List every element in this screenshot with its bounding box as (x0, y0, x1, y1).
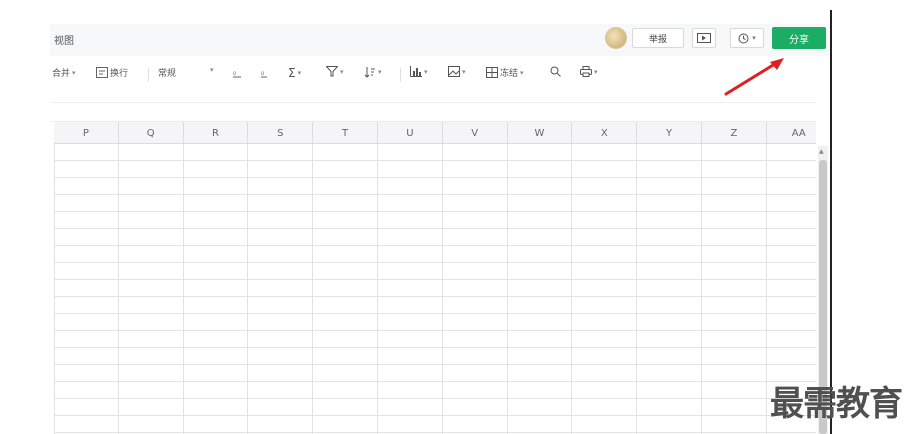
column-header[interactable]: R (184, 122, 249, 144)
play-screen-icon (697, 33, 711, 43)
clock-icon (738, 33, 749, 43)
chevron-down-icon: ▾ (72, 68, 76, 77)
svg-text:₀: ₀ (261, 68, 264, 77)
column-header-row: P Q R S T U V W X Y Z AA (54, 122, 816, 144)
column-header[interactable]: Q (119, 122, 184, 144)
user-avatar[interactable] (605, 27, 627, 49)
scroll-up-icon[interactable]: ▲ (819, 148, 824, 155)
number-format-label: 常规 (158, 69, 177, 79)
column-header[interactable]: AA (767, 122, 816, 144)
grid-column-line (117, 144, 119, 434)
bar-chart-icon (410, 66, 422, 77)
formula-bar[interactable] (50, 102, 816, 122)
wrap-text-icon (96, 67, 108, 78)
column-header[interactable]: P (54, 122, 119, 144)
red-arrow-annotation (724, 58, 784, 96)
toolbar-divider (400, 68, 401, 82)
grid-column-line (441, 144, 443, 434)
present-button[interactable] (692, 28, 716, 48)
history-button[interactable]: ▾ (730, 28, 764, 48)
column-header[interactable]: S (248, 122, 314, 144)
freeze-grid-icon (486, 67, 498, 78)
chevron-down-icon: ▾ (424, 67, 428, 76)
report-button[interactable]: 举报 (632, 28, 684, 48)
grid-column-line (377, 144, 378, 434)
grid-column-line (571, 144, 573, 434)
printer-icon (580, 66, 592, 77)
column-header[interactable]: U (378, 122, 443, 144)
column-header[interactable]: V (443, 122, 508, 144)
column-header[interactable]: Y (637, 122, 702, 144)
picture-button[interactable]: ▾ (448, 66, 466, 77)
chevron-down-icon: ▾ (297, 69, 302, 77)
report-button-label: 举报 (648, 34, 667, 45)
share-button-label: 分享 (789, 34, 809, 46)
chart-button[interactable]: ▾ (410, 66, 428, 77)
share-button[interactable]: 分享 (772, 27, 826, 49)
grid-column-line (506, 144, 508, 434)
title-bar: 视图 举报 ▾ 分享 (50, 24, 830, 56)
watermark-text: 最需教育 (770, 384, 903, 424)
column-header[interactable]: Z (702, 122, 767, 144)
number-format-select[interactable]: 常规 (158, 66, 176, 79)
menu-view[interactable]: 视图 (54, 32, 74, 47)
toolbar-divider (148, 68, 149, 82)
column-header[interactable]: T (313, 122, 378, 144)
grid-column-line (636, 144, 638, 434)
freeze-panes-button[interactable]: 冻结 ▾ (486, 66, 524, 79)
chevron-down-icon: ▾ (378, 68, 382, 76)
sort-button[interactable]: ▾ (364, 66, 382, 78)
window-edge (830, 10, 832, 434)
filter-button[interactable]: ▾ (326, 66, 344, 77)
chevron-down-icon: ▾ (340, 67, 344, 76)
image-icon (448, 66, 460, 77)
format-dropdown-caret[interactable]: ▾ (210, 66, 214, 74)
chevron-down-icon: ▾ (462, 67, 466, 76)
search-button[interactable] (550, 66, 561, 77)
chevron-down-icon: ▾ (752, 34, 756, 42)
decimal-decrease-icon[interactable]: ₀ (260, 66, 268, 78)
spreadsheet-window: 视图 举报 ▾ 分享 合并 ▾ 换行 常规 ▾ ₀ ₀ Σ ▾ ▾ ▾ ▾ ▾ … (50, 10, 832, 434)
column-header[interactable]: W (508, 122, 573, 144)
grid-column-line (312, 144, 314, 434)
grid-column-line (247, 144, 249, 434)
sort-icon (364, 67, 375, 78)
sheet-grid[interactable]: P Q R S T U V W X Y Z AA (54, 122, 816, 434)
search-icon (550, 66, 561, 77)
column-header[interactable]: X (572, 122, 638, 144)
merge-label: 合并 (52, 69, 71, 79)
svg-text:₀: ₀ (233, 68, 236, 77)
freeze-label: 冻结 (500, 69, 519, 79)
grid-column-line (701, 144, 702, 434)
sigma-icon: Σ (288, 66, 296, 80)
decimal-increase-icon[interactable]: ₀ (232, 66, 242, 78)
print-button[interactable]: ▾ (580, 66, 598, 77)
grid-column-line (182, 144, 184, 434)
autosum-button[interactable]: Σ ▾ (288, 66, 301, 80)
chevron-down-icon: ▾ (520, 68, 524, 77)
ribbon-toolbar: 合并 ▾ 换行 常规 ▾ ₀ ₀ Σ ▾ ▾ ▾ ▾ ▾ 冻结 ▾ ▾ (50, 62, 830, 88)
merge-cells-button[interactable]: 合并 ▾ (52, 66, 76, 80)
chevron-down-icon: ▾ (594, 67, 598, 76)
grid-column-line (54, 144, 55, 434)
wrap-text-label: 换行 (110, 69, 129, 79)
filter-icon (326, 66, 338, 77)
wrap-text-button[interactable]: 换行 (96, 66, 128, 79)
grid-column-line (765, 144, 767, 434)
